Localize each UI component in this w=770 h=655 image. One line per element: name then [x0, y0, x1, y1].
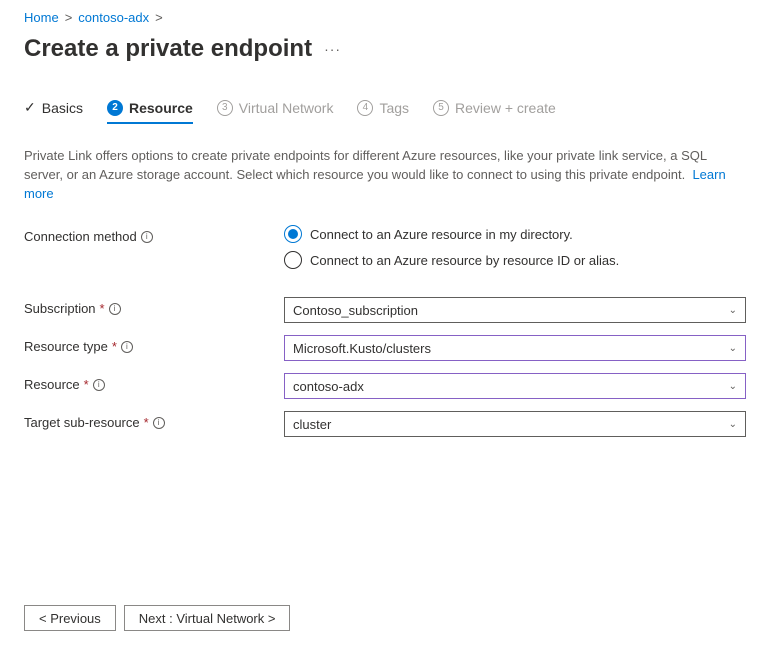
- info-icon[interactable]: i: [93, 379, 105, 391]
- wizard-tabs: ✓ Basics 2 Resource 3 Virtual Network 4 …: [24, 99, 746, 124]
- required-indicator: *: [144, 415, 149, 430]
- info-icon[interactable]: i: [109, 303, 121, 315]
- tab-resource[interactable]: 2 Resource: [107, 99, 193, 124]
- info-icon[interactable]: i: [153, 417, 165, 429]
- more-icon[interactable]: ···: [324, 41, 341, 57]
- chevron-down-icon: ⌄: [729, 419, 737, 430]
- connection-method-radio-group: Connect to an Azure resource in my direc…: [284, 225, 746, 269]
- tab-description: Private Link offers options to create pr…: [24, 146, 746, 203]
- tab-label: Virtual Network: [239, 100, 334, 116]
- info-icon[interactable]: i: [121, 341, 133, 353]
- resource-type-select[interactable]: Microsoft.Kusto/clusters ⌄: [284, 335, 746, 361]
- description-text: Private Link offers options to create pr…: [24, 148, 707, 182]
- radio-connect-by-id[interactable]: Connect to an Azure resource by resource…: [284, 251, 746, 269]
- required-indicator: *: [84, 377, 89, 392]
- subscription-select[interactable]: Contoso_subscription ⌄: [284, 297, 746, 323]
- radio-icon: [284, 225, 302, 243]
- chevron-right-icon: >: [155, 10, 163, 25]
- tab-label: Review + create: [455, 100, 556, 116]
- page-title: Create a private endpoint: [24, 35, 312, 63]
- previous-button[interactable]: < Previous: [24, 605, 116, 631]
- select-value: Microsoft.Kusto/clusters: [293, 341, 431, 356]
- wizard-footer: < Previous Next : Virtual Network >: [24, 605, 290, 631]
- select-value: Contoso_subscription: [293, 303, 418, 318]
- required-indicator: *: [112, 339, 117, 354]
- tab-virtual-network[interactable]: 3 Virtual Network: [217, 99, 334, 124]
- radio-label: Connect to an Azure resource in my direc…: [310, 227, 573, 242]
- radio-connect-directory[interactable]: Connect to an Azure resource in my direc…: [284, 225, 746, 243]
- chevron-down-icon: ⌄: [729, 343, 737, 354]
- resource-type-label: Resource type: [24, 339, 108, 354]
- step-number-icon: 4: [357, 100, 373, 116]
- subscription-label: Subscription: [24, 301, 96, 316]
- required-indicator: *: [100, 301, 105, 316]
- connection-method-label: Connection method: [24, 229, 137, 244]
- breadcrumb-resource[interactable]: contoso-adx: [78, 10, 149, 25]
- tab-tags[interactable]: 4 Tags: [357, 99, 409, 124]
- breadcrumb-home[interactable]: Home: [24, 10, 59, 25]
- select-value: contoso-adx: [293, 379, 364, 394]
- tab-label: Tags: [379, 100, 409, 116]
- chevron-down-icon: ⌄: [729, 381, 737, 392]
- info-icon[interactable]: i: [141, 231, 153, 243]
- chevron-down-icon: ⌄: [729, 305, 737, 316]
- tab-review-create[interactable]: 5 Review + create: [433, 99, 556, 124]
- tab-label: Resource: [129, 100, 193, 116]
- resource-select[interactable]: contoso-adx ⌄: [284, 373, 746, 399]
- select-value: cluster: [293, 417, 331, 432]
- tab-label: Basics: [42, 100, 83, 116]
- next-button[interactable]: Next : Virtual Network >: [124, 605, 291, 631]
- radio-icon: [284, 251, 302, 269]
- resource-label: Resource: [24, 377, 80, 392]
- step-number-icon: 2: [107, 100, 123, 116]
- check-icon: ✓: [24, 99, 36, 116]
- radio-label: Connect to an Azure resource by resource…: [310, 253, 619, 268]
- target-sub-resource-label: Target sub-resource: [24, 415, 140, 430]
- chevron-right-icon: >: [65, 10, 73, 25]
- step-number-icon: 5: [433, 100, 449, 116]
- tab-basics[interactable]: ✓ Basics: [24, 99, 83, 124]
- step-number-icon: 3: [217, 100, 233, 116]
- breadcrumb: Home > contoso-adx >: [24, 10, 746, 25]
- target-sub-resource-select[interactable]: cluster ⌄: [284, 411, 746, 437]
